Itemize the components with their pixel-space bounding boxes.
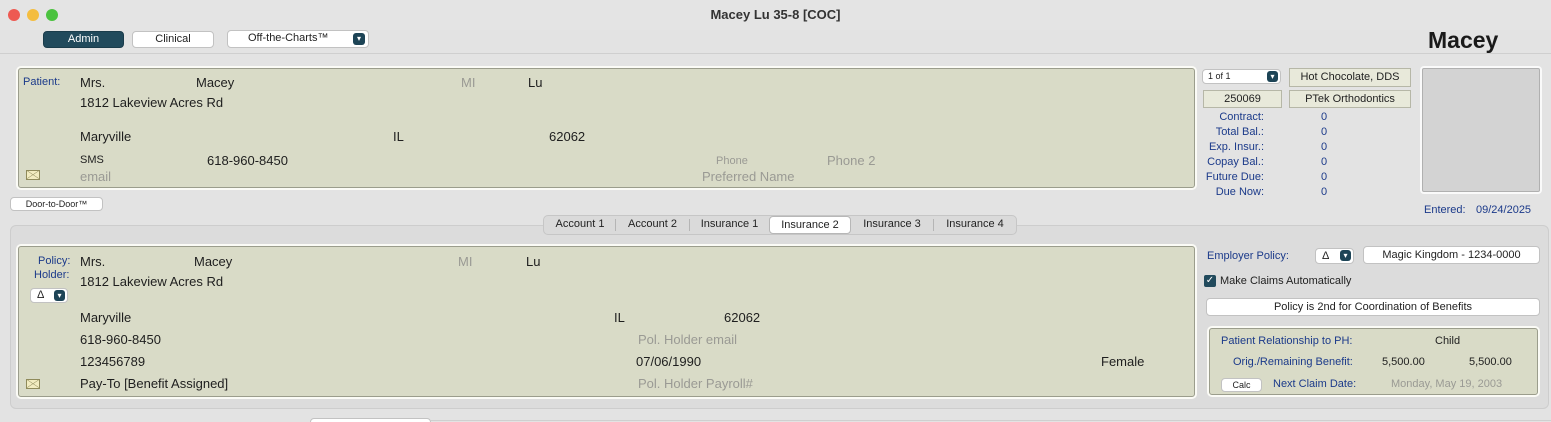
patient-address[interactable]: 1812 Lakeview Acres Rd xyxy=(80,95,223,110)
tab-account-2[interactable]: Account 2 xyxy=(617,216,688,234)
total-balance-label: Total Bal.: xyxy=(1215,126,1264,138)
bottom-tab-stub xyxy=(310,418,431,422)
entered-date: 09/24/2025 xyxy=(1476,204,1532,216)
tab-insurance-4[interactable]: Insurance 4 xyxy=(935,216,1015,234)
holder-dob[interactable]: 07/06/1990 xyxy=(636,354,701,369)
holder-first-name[interactable]: Macey xyxy=(194,254,232,269)
holder-label: Holder: xyxy=(34,269,70,281)
patient-label: Patient: xyxy=(23,76,61,88)
holder-gender[interactable]: Female xyxy=(1101,354,1144,369)
door-to-door-button[interactable]: Door-to-Door™ xyxy=(10,197,103,211)
tab-separator xyxy=(689,219,690,231)
copay-balance-label: Copay Bal.: xyxy=(1207,156,1264,168)
patient-prefix[interactable]: Mrs. xyxy=(80,75,105,90)
due-now-value: 0 xyxy=(1321,186,1328,198)
holder-ssn[interactable]: 123456789 xyxy=(80,354,145,369)
holder-mi[interactable]: MI xyxy=(458,254,472,269)
chevron-down-icon: ▾ xyxy=(1267,71,1278,82)
relationship-value: Child xyxy=(1435,335,1461,347)
holder-delta-label: Δ xyxy=(37,289,45,301)
holder-email-field[interactable]: Pol. Holder email xyxy=(638,332,737,347)
tab-separator xyxy=(933,219,934,231)
sms-label: SMS xyxy=(80,154,104,166)
patient-panel xyxy=(18,68,1195,188)
holder-address[interactable]: 1812 Lakeview Acres Rd xyxy=(80,274,223,289)
expected-insurance-value: 0 xyxy=(1321,141,1328,153)
preferred-name-field[interactable]: Preferred Name xyxy=(702,169,794,184)
email-field[interactable]: email xyxy=(80,169,111,184)
entered-label: Entered: xyxy=(1424,204,1466,216)
window-title: Macey Lu 35-8 [COC] xyxy=(710,7,841,22)
copay-balance-value: 0 xyxy=(1321,156,1328,168)
patient-state[interactable]: IL xyxy=(393,129,404,144)
tab-separator xyxy=(615,219,616,231)
next-claim-date: Monday, May 19, 2003 xyxy=(1391,378,1503,390)
practice-name: PTek Orthodontics xyxy=(1289,90,1411,108)
future-due-value: 0 xyxy=(1321,171,1328,183)
tab-insurance-1[interactable]: Insurance 1 xyxy=(691,216,768,234)
clinical-button[interactable]: Clinical xyxy=(132,31,214,48)
remaining-benefit[interactable]: 5,500.00 xyxy=(1469,356,1512,368)
employer-delta-label: Δ xyxy=(1322,250,1330,262)
calc-button[interactable]: Calc xyxy=(1221,378,1262,392)
employer-policy-label: Employer Policy: xyxy=(1207,250,1289,262)
holder-zip[interactable]: 62062 xyxy=(724,310,760,325)
contract-value: 0 xyxy=(1321,111,1328,123)
holder-email-envelope-icon[interactable] xyxy=(26,379,40,389)
holder-payroll-field[interactable]: Pol. Holder Payroll# xyxy=(638,376,753,391)
tab-insurance-2[interactable]: Insurance 2 xyxy=(769,216,851,234)
chevron-down-icon: ▾ xyxy=(54,290,65,301)
sms-number[interactable]: 618-960-8450 xyxy=(207,153,288,168)
due-now-label: Due Now: xyxy=(1215,186,1264,198)
toolbar-divider xyxy=(0,53,1551,54)
make-claims-label: Make Claims Automatically xyxy=(1220,275,1352,287)
account-number: 250069 xyxy=(1203,90,1282,108)
pay-to[interactable]: Pay-To [Benefit Assigned] xyxy=(80,376,228,391)
relationship-label: Patient Relationship to PH: xyxy=(1221,335,1353,347)
expected-insurance-label: Exp. Insur.: xyxy=(1208,141,1264,153)
email-envelope-icon[interactable] xyxy=(26,170,40,180)
employer-name-button[interactable]: Magic Kingdom - 1234-0000 xyxy=(1363,246,1540,264)
account-page-label: 1 of 1 xyxy=(1208,71,1231,81)
benefit-label: Orig./Remaining Benefit: xyxy=(1233,356,1353,368)
total-balance-value: 0 xyxy=(1321,126,1328,138)
phone2-field[interactable]: Phone 2 xyxy=(827,153,875,168)
policy-label: Policy: xyxy=(38,255,71,267)
holder-state[interactable]: IL xyxy=(614,310,625,325)
tab-insurance-3[interactable]: Insurance 3 xyxy=(852,216,932,234)
phone-field[interactable]: Phone xyxy=(716,155,748,167)
patient-photo[interactable] xyxy=(1422,68,1540,192)
bottom-divider xyxy=(431,420,1551,421)
admin-button[interactable]: Admin xyxy=(43,31,124,48)
tab-account-1[interactable]: Account 1 xyxy=(545,216,615,234)
holder-prefix[interactable]: Mrs. xyxy=(80,254,105,269)
holder-last-name[interactable]: Lu xyxy=(526,254,540,269)
off-the-charts-label: Off-the-Charts™ xyxy=(248,32,329,44)
future-due-label: Future Due: xyxy=(1205,171,1264,183)
holder-phone[interactable]: 618-960-8450 xyxy=(80,332,161,347)
patient-mi[interactable]: MI xyxy=(461,75,475,90)
next-claim-label: Next Claim Date: xyxy=(1273,378,1357,390)
off-the-charts-dropdown[interactable]: Off-the-Charts™ xyxy=(227,30,369,48)
patient-first-name[interactable]: Macey xyxy=(196,75,234,90)
make-claims-checkbox[interactable]: ✓ xyxy=(1204,275,1216,287)
patient-city[interactable]: Maryville xyxy=(80,129,131,144)
chevron-down-icon: ▾ xyxy=(1340,250,1351,261)
patient-zip[interactable]: 62062 xyxy=(549,129,585,144)
original-benefit[interactable]: 5,500.00 xyxy=(1382,356,1425,368)
cob-button[interactable]: Policy is 2nd for Coordination of Benefi… xyxy=(1206,298,1540,316)
doctor-name: Hot Chocolate, DDS xyxy=(1289,68,1411,87)
patient-last-name[interactable]: Lu xyxy=(528,75,542,90)
contract-label: Contract: xyxy=(1219,111,1264,123)
holder-city[interactable]: Maryville xyxy=(80,310,131,325)
chevron-down-icon: ▾ xyxy=(353,33,365,45)
patient-first-name-heading: Macey xyxy=(1428,27,1499,53)
